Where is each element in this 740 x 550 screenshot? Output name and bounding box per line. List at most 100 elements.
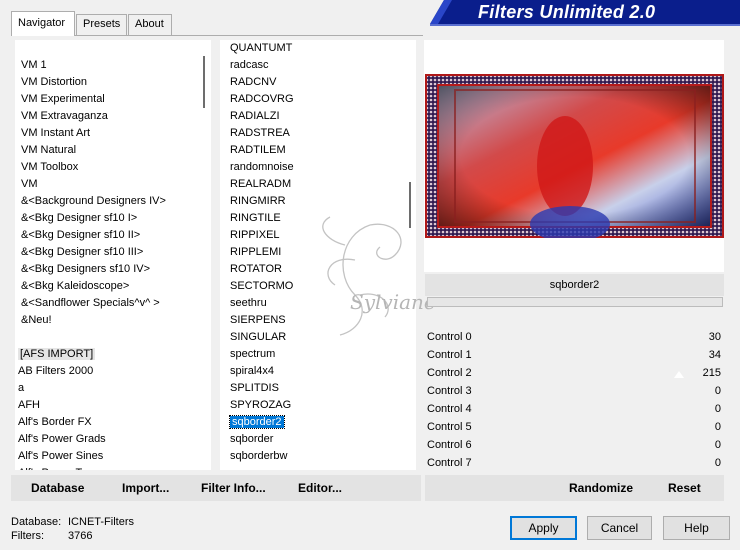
category-item[interactable]: VM Extravaganza bbox=[21, 108, 201, 125]
category-label: VM 1 bbox=[21, 59, 47, 71]
tab-presets[interactable]: Presets bbox=[76, 14, 127, 35]
import-button[interactable]: Import... bbox=[122, 481, 169, 495]
filter-item[interactable]: spectrum bbox=[230, 346, 410, 363]
category-item[interactable]: Alf's Border FX bbox=[18, 414, 201, 431]
control-row[interactable]: Control 4 0 bbox=[425, 400, 724, 418]
control-row[interactable]: Control 7 0 bbox=[425, 454, 724, 472]
category-item[interactable]: &<Bkg Designer sf10 I> bbox=[21, 210, 201, 227]
control-value: 0 bbox=[714, 403, 721, 415]
reset-button[interactable]: Reset bbox=[668, 481, 701, 495]
control-label: Control 3 bbox=[427, 385, 472, 397]
category-label: AB Filters 2000 bbox=[18, 365, 94, 377]
control-label: Control 5 bbox=[427, 421, 472, 433]
filter-item-selected[interactable]: sqborder2 bbox=[229, 414, 410, 431]
status-database-value: ICNET-Filters bbox=[68, 516, 134, 528]
filter-item[interactable]: randomnoise bbox=[230, 159, 410, 176]
category-item[interactable]: VM Experimental bbox=[21, 91, 201, 108]
category-item[interactable]: VM 1 bbox=[21, 57, 201, 74]
category-item[interactable]: Alf's Power Grads bbox=[18, 431, 201, 448]
filter-item[interactable]: SPLITDIS bbox=[230, 380, 410, 397]
control-value: 0 bbox=[714, 457, 721, 469]
apply-button[interactable]: Apply bbox=[510, 516, 577, 540]
filter-label: RADTILEM bbox=[230, 144, 286, 156]
category-label: &<Bkg Kaleidoscope> bbox=[21, 280, 130, 292]
filter-item[interactable]: SPYROZAG bbox=[230, 397, 410, 414]
cancel-button[interactable]: Cancel bbox=[587, 516, 652, 540]
category-label: VM Experimental bbox=[21, 93, 105, 105]
category-item[interactable]: VM bbox=[21, 176, 201, 193]
category-item[interactable]: AB Filters 2000 bbox=[18, 363, 201, 380]
filter-item[interactable]: RADTILEM bbox=[230, 142, 410, 159]
database-button[interactable]: Database bbox=[31, 481, 84, 495]
control-row[interactable]: Control 0 30 bbox=[425, 328, 724, 346]
control-value: 0 bbox=[714, 421, 721, 433]
filter-label: RADIALZI bbox=[230, 110, 280, 122]
filter-label: RINGMIRR bbox=[230, 195, 286, 207]
category-item[interactable]: VM Toolbox bbox=[21, 159, 201, 176]
category-scrollbar-thumb[interactable] bbox=[203, 56, 205, 108]
control-value: 215 bbox=[702, 367, 721, 379]
category-item[interactable]: VM Instant Art bbox=[21, 125, 201, 142]
category-item[interactable]: &<Bkg Designers sf10 IV> bbox=[21, 261, 201, 278]
category-label: a bbox=[18, 382, 25, 394]
category-label: &<Bkg Designer sf10 I> bbox=[21, 212, 138, 224]
control-value: 0 bbox=[714, 385, 721, 397]
filter-item[interactable]: radcasc bbox=[230, 57, 410, 74]
filter-label: randomnoise bbox=[230, 161, 294, 173]
category-item[interactable]: &Neu! bbox=[21, 312, 201, 329]
control-label: Control 4 bbox=[427, 403, 472, 415]
filter-item[interactable]: sqborderbw bbox=[230, 448, 410, 465]
tab-navigator[interactable]: Navigator bbox=[11, 11, 75, 36]
tab-about[interactable]: About bbox=[128, 14, 172, 35]
randomize-button[interactable]: Randomize bbox=[569, 481, 633, 495]
filter-item[interactable]: sqborder bbox=[230, 431, 410, 448]
category-item[interactable]: AFH bbox=[18, 397, 201, 414]
slider-marker[interactable] bbox=[674, 371, 684, 378]
filter-item[interactable]: REALRADM bbox=[230, 176, 410, 193]
filter-item[interactable]: RADSTREA bbox=[230, 125, 410, 142]
control-row[interactable]: Control 5 0 bbox=[425, 418, 724, 436]
control-value: 0 bbox=[714, 439, 721, 451]
category-item[interactable]: Alf's Power Toys bbox=[18, 465, 201, 470]
category-item[interactable]: [AFS IMPORT] bbox=[18, 346, 201, 363]
category-item[interactable]: &<Bkg Kaleidoscope> bbox=[21, 278, 201, 295]
filter-label: SECTORMO bbox=[230, 280, 294, 292]
control-row[interactable]: Control 3 0 bbox=[425, 382, 724, 400]
category-item[interactable]: &<Bkg Designer sf10 III> bbox=[21, 244, 201, 261]
filter-item[interactable]: RADCNV bbox=[230, 74, 410, 91]
category-label: &Neu! bbox=[21, 314, 52, 326]
category-item[interactable]: &<Bkg Designer sf10 II> bbox=[21, 227, 201, 244]
filter-item[interactable]: QUANTUMT bbox=[230, 40, 410, 57]
category-list[interactable]: VM 1 VM Distortion VM Experimental VM Extra… bbox=[15, 40, 211, 470]
category-item[interactable]: VM Natural bbox=[21, 142, 201, 159]
control-row[interactable]: Control 1 34 bbox=[425, 346, 724, 364]
filter-label: seethru bbox=[230, 297, 267, 309]
filter-item[interactable]: spiral4x4 bbox=[230, 363, 410, 380]
filter-item[interactable]: RADCOVRG bbox=[230, 91, 410, 108]
category-label: &<Bkg Designer sf10 II> bbox=[21, 229, 141, 241]
app-title: Filters Unlimited 2.0 bbox=[478, 2, 656, 22]
filter-label: RADCOVRG bbox=[230, 93, 294, 105]
category-label: &<Sandflower Specials^v^ > bbox=[21, 297, 160, 309]
category-item[interactable]: &<Background Designers IV> bbox=[21, 193, 201, 210]
category-label: &<Bkg Designer sf10 III> bbox=[21, 246, 144, 258]
filter-label: sqborder bbox=[230, 433, 274, 445]
category-item[interactable]: a bbox=[18, 380, 201, 397]
help-button[interactable]: Help bbox=[663, 516, 730, 540]
category-label: Alf's Power Toys bbox=[18, 467, 98, 470]
control-row[interactable]: Control 6 0 bbox=[425, 436, 724, 454]
category-label: VM Distortion bbox=[21, 76, 88, 88]
category-label: Alf's Power Grads bbox=[18, 433, 106, 445]
filter-label: RIPPLEMI bbox=[230, 246, 282, 258]
category-item[interactable]: &<Sandflower Specials^v^ > bbox=[21, 295, 201, 312]
control-label: Control 7 bbox=[427, 457, 472, 469]
filter-label: radcasc bbox=[230, 59, 269, 71]
filter-info-button[interactable]: Filter Info... bbox=[201, 481, 266, 495]
category-item[interactable]: VM Distortion bbox=[21, 74, 201, 91]
filter-item[interactable]: RADIALZI bbox=[230, 108, 410, 125]
control-label: Control 6 bbox=[427, 439, 472, 451]
editor-button[interactable]: Editor... bbox=[298, 481, 342, 495]
filter-label: SIERPENS bbox=[230, 314, 286, 326]
category-item[interactable]: Alf's Power Sines bbox=[18, 448, 201, 465]
category-label: AFH bbox=[18, 399, 40, 411]
